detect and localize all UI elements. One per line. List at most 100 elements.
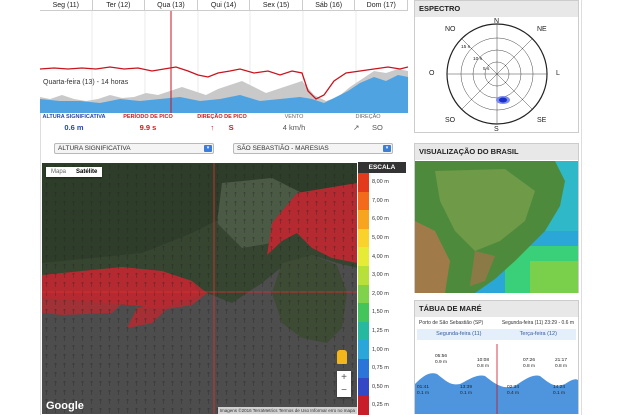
scale-label: 1,25 m (372, 328, 389, 335)
scale-label: 4,00 m (372, 253, 389, 260)
forecast-chart[interactable]: Quarta-feira (13) - 14 horas (40, 11, 408, 113)
scale-swatch (358, 396, 369, 415)
zoom-control: + − (337, 371, 351, 397)
value-wind: VENTO 4 km/h (254, 113, 334, 135)
pegman-icon[interactable] (337, 350, 347, 364)
scale-swatch (358, 265, 369, 285)
value-period: PERÍODO DE PICO 9.9 s (108, 113, 188, 135)
scale-label: 2,00 m (372, 290, 389, 297)
scale-row: 3,00 m (358, 265, 406, 285)
day-tabs: Seg (11) Ter (12) Qua (13) Qui (14) Sex … (40, 0, 409, 11)
value-number: 0.6 m (64, 123, 84, 132)
scale-row: 2,00 m (358, 284, 406, 304)
scale-swatch (358, 340, 369, 359)
scale-title: ESCALA (358, 162, 406, 173)
chevron-down-icon: ▾ (204, 145, 212, 152)
day-tab[interactable]: Ter (12) (93, 0, 146, 10)
scale-label: 7,00 m (372, 197, 389, 204)
chart-time-label: Quarta-feira (13) - 14 horas (43, 79, 129, 86)
scale-row: 4,00 m (358, 247, 406, 266)
tide-high: 05:56 0.9 m (435, 354, 448, 365)
value-number: 9.9 s (139, 123, 157, 132)
scale-row: 6,00 m (358, 210, 406, 229)
compass-label: NE (537, 26, 547, 33)
value-label: VENTO (284, 114, 304, 120)
tab-map[interactable]: Mapa (46, 167, 71, 177)
map-attribution[interactable]: Imagens ©2016 TerraMetrics Termos de Uso… (217, 407, 357, 414)
tide-location: Porto de São Sebastião (SP) (419, 320, 484, 326)
tide-high: 10:08 0.8 m (477, 358, 490, 369)
scale-label: 0,50 m (372, 383, 389, 390)
value-height: ALTURA SIGNIFICATIVA 0.6 m (34, 113, 114, 135)
panel-title: ESPECTRO (415, 1, 578, 17)
color-scale: ESCALA 8,00 m 7,00 m 6,00 m 5,00 m 4,00 … (358, 162, 406, 415)
tide-day[interactable]: Terça-feira (12) (520, 329, 557, 340)
scale-label: 0,25 m (372, 402, 389, 409)
scale-swatch (358, 358, 369, 378)
scale-label: 3,00 m (372, 272, 389, 279)
day-tab[interactable]: Sex (15) (250, 0, 303, 10)
tide-panel: TÁBUA DE MARÉ Porto de São Sebastião (SP… (414, 300, 579, 414)
wave-map[interactable]: Mapa Satélite + − Google Imagens ©2016 T… (42, 163, 357, 414)
scale-label: 0,75 m (372, 365, 389, 372)
day-tab[interactable]: Sáb (16) (303, 0, 356, 10)
value-number: 4 km/h (282, 123, 306, 132)
zoom-out-button[interactable]: − (337, 384, 351, 397)
day-tab[interactable]: Qua (13) (145, 0, 198, 10)
compass-label: N (494, 18, 500, 25)
value-number: S (228, 123, 234, 132)
tide-low: 14:24 0.1 m (553, 385, 566, 396)
spectrum-panel: ESPECTRO 15 s 10 s 5 s NO N NE O L SO S … (414, 0, 579, 133)
chevron-down-icon: ▾ (383, 145, 391, 152)
tide-low: 02:34 0.4 m (507, 385, 520, 396)
scale-row: 5,00 m (358, 228, 406, 248)
scale-swatch (358, 377, 369, 397)
brazil-map[interactable] (415, 161, 578, 293)
scale-row: 1,50 m (358, 303, 406, 322)
map-type-tabs: Mapa Satélite (46, 167, 103, 177)
scale-row: 0,50 m (358, 377, 406, 397)
google-logo: Google (46, 400, 84, 412)
tide-current: Segunda-feira (11) 23:29 - 0.6 m (501, 320, 574, 326)
scale-swatch (358, 173, 369, 192)
scale-label: 6,00 m (372, 216, 389, 223)
scale-swatch (358, 228, 369, 248)
panel-title: TÁBUA DE MARÉ (415, 301, 578, 317)
tab-satellite[interactable]: Satélite (71, 167, 102, 177)
value-label: DIREÇÃO DE PICO (197, 114, 247, 120)
variable-select[interactable]: ALTURA SIGNIFICATIVA ▾ (54, 143, 214, 154)
compass-label: S (494, 126, 499, 133)
tide-low: 13:39 0.1 m (460, 385, 473, 396)
location-select[interactable]: SÃO SEBASTIÃO - MARESIAS ▾ (233, 143, 393, 154)
value-label: PERÍODO DE PICO (123, 114, 173, 120)
scale-row: 7,00 m (358, 191, 406, 211)
location-select-value: SÃO SEBASTIÃO - MARESIAS (237, 145, 329, 152)
day-tab[interactable]: Dom (17) (355, 0, 409, 10)
day-tab[interactable]: Qui (14) (198, 0, 251, 10)
scale-row: 1,00 m (358, 340, 406, 359)
value-number: SO (371, 123, 383, 132)
value-wind-direction: DIREÇÃO ↗ SO (328, 113, 408, 135)
tide-day[interactable]: Segunda-feira (11) (436, 329, 481, 340)
tide-low: 01:41 0.1 m (417, 385, 430, 396)
zoom-in-button[interactable]: + (337, 371, 351, 384)
panel-title: VISUALIZAÇÃO DO BRASIL (415, 144, 578, 160)
compass-label: NO (445, 26, 456, 33)
scale-label: 1,50 m (372, 309, 389, 316)
scale-row: 1,25 m (358, 321, 406, 341)
values-row: ALTURA SIGNIFICATIVA 0.6 m PERÍODO DE PI… (40, 113, 408, 137)
scale-swatch (358, 210, 369, 229)
compass-label: SO (445, 117, 456, 124)
scale-label: 8,00 m (372, 179, 389, 186)
scale-label: 1,00 m (372, 346, 389, 353)
scale-row: 8,00 m (358, 173, 406, 192)
scale-label: 5,00 m (372, 235, 389, 242)
wind-arrow-icon: ↗ (353, 123, 360, 132)
ring-label: 15 s (461, 45, 471, 50)
day-tab[interactable]: Seg (11) (40, 0, 93, 10)
compass-label: L (556, 70, 560, 77)
scale-row: 0,75 m (358, 358, 406, 378)
value-label: DIREÇÃO (355, 114, 381, 120)
ring-label: 10 s (473, 57, 483, 62)
tide-high: 07:26 0.8 m (523, 358, 536, 369)
